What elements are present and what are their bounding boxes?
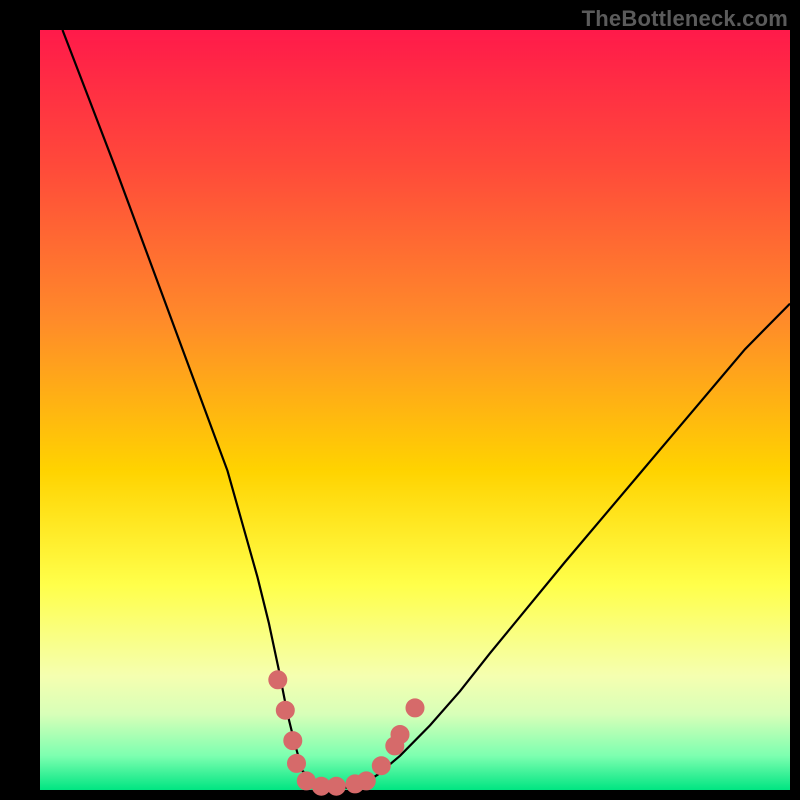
plot-background bbox=[40, 30, 790, 790]
watermark-label: TheBottleneck.com bbox=[582, 6, 788, 32]
data-marker bbox=[372, 757, 390, 775]
data-marker bbox=[288, 754, 306, 772]
data-marker bbox=[284, 732, 302, 750]
data-marker bbox=[406, 699, 424, 717]
chart-frame: { "watermark": "TheBottleneck.com", "col… bbox=[0, 0, 800, 800]
data-marker bbox=[391, 726, 409, 744]
data-marker bbox=[269, 671, 287, 689]
bottleneck-chart bbox=[0, 0, 800, 800]
data-marker bbox=[327, 777, 345, 795]
data-marker bbox=[357, 772, 375, 790]
data-marker bbox=[276, 701, 294, 719]
